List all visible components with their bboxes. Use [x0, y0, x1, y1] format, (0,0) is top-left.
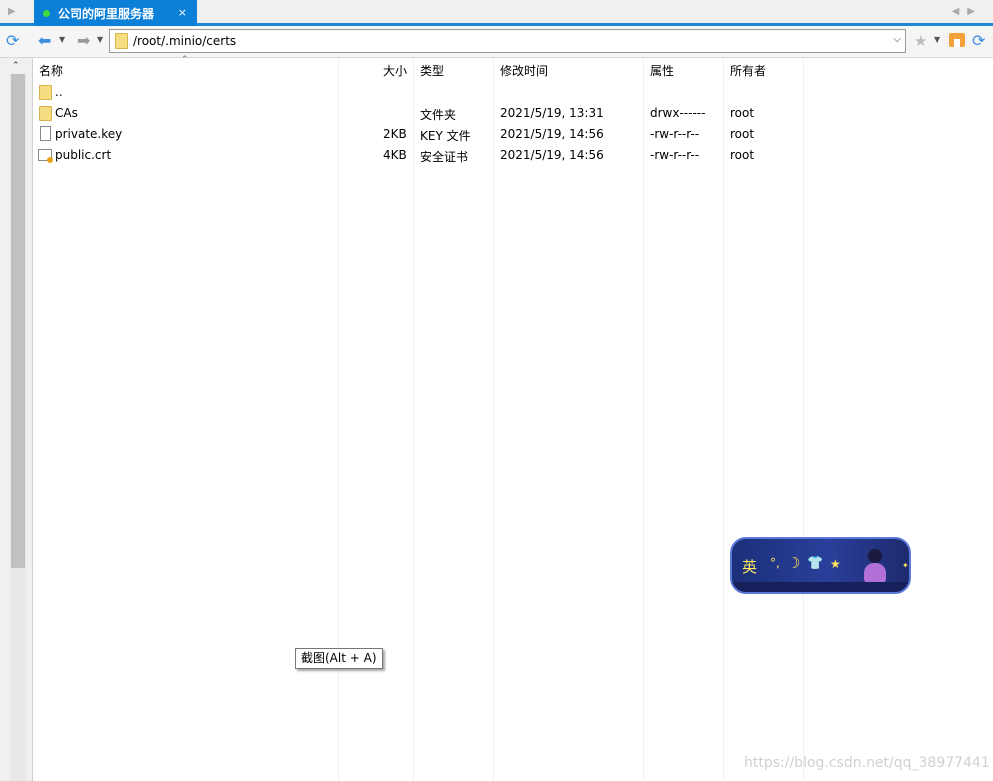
screenshot-tooltip: 截图(Alt + A) — [295, 648, 383, 669]
folder-icon — [115, 33, 128, 49]
file-type: 文件夹 — [420, 108, 457, 122]
tab-label: 公司的阿里服务器 — [58, 7, 155, 21]
file-modified: 2021/5/19, 14:56 — [500, 148, 604, 162]
tab-scroll-left-icon[interactable]: ▶ — [8, 6, 16, 17]
tab-server[interactable]: 公司的阿里服务器 × — [34, 0, 197, 26]
file-owner: root — [730, 106, 755, 120]
forward-history-dropdown-icon[interactable]: ▼ — [97, 35, 103, 44]
file-attributes: drwx------ — [650, 106, 706, 120]
folder-icon — [39, 106, 52, 121]
file-attributes: -rw-r--r-- — [650, 148, 700, 162]
file-type: KEY 文件 — [420, 129, 471, 143]
column-header-size[interactable]: 大小 — [383, 62, 407, 79]
list-item-public-crt[interactable]: public.crt 4KB 安全证书 2021/5/19, 14:56 -rw… — [33, 145, 993, 166]
refresh-icon[interactable]: ⟳ — [6, 32, 24, 50]
toolbar: ⟳ ⬅ ▼ ➡ ▼ /root/.minio/certs ⌵ ★ ▼ ⟳ — [0, 26, 993, 58]
column-header-attributes[interactable]: 属性 — [650, 62, 674, 79]
star-icon[interactable]: ★ — [830, 557, 841, 571]
tab-scroll-arrows-icon[interactable]: ◀▶ — [952, 6, 983, 17]
watermark: https://blog.csdn.net/qq_38977441 — [744, 755, 990, 771]
moon-icon[interactable]: ☽ — [787, 554, 800, 572]
column-divider[interactable] — [338, 58, 339, 781]
column-divider[interactable] — [803, 58, 804, 781]
column-divider[interactable] — [643, 58, 644, 781]
bookmark-dropdown-icon[interactable]: ▼ — [934, 35, 940, 44]
girl-illustration-icon — [860, 547, 890, 585]
close-tab-icon[interactable]: × — [178, 6, 187, 19]
path-input[interactable]: /root/.minio/certs ⌵ — [109, 29, 906, 53]
refresh-icon[interactable]: ⟳ — [972, 32, 985, 50]
file-owner: root — [730, 148, 755, 162]
file-icon — [40, 126, 51, 141]
folder-icon — [39, 85, 52, 100]
file-name: CAs — [55, 106, 78, 120]
ime-toolbar[interactable]: 英 °, ☽ 👕 ★ ✦ — [730, 537, 911, 594]
sparkle-icon: ✦ — [902, 561, 909, 570]
file-owner: root — [730, 127, 755, 141]
column-header-name[interactable]: 名称 — [39, 62, 63, 79]
scroll-up-icon[interactable]: ⌃ — [12, 61, 20, 71]
grass-decoration — [732, 582, 909, 592]
column-divider[interactable] — [723, 58, 724, 781]
star-icon[interactable]: ★ — [914, 32, 927, 50]
tab-bar: ▶ 公司的阿里服务器 × ◀▶ — [0, 0, 993, 26]
column-header-type[interactable]: 类型 — [420, 62, 444, 79]
sort-ascending-icon: ⌃ — [181, 55, 189, 65]
column-header-modified[interactable]: 修改时间 — [500, 62, 548, 79]
file-modified: 2021/5/19, 13:31 — [500, 106, 604, 120]
file-name: public.crt — [55, 148, 112, 162]
file-modified: 2021/5/19, 14:56 — [500, 127, 604, 141]
ime-language-toggle[interactable]: 英 — [742, 556, 757, 577]
connection-status-icon — [43, 10, 50, 17]
list-item-cas[interactable]: CAs 文件夹 2021/5/19, 13:31 drwx------ root — [33, 103, 993, 124]
file-type: 安全证书 — [420, 150, 469, 164]
file-attributes: -rw-r--r-- — [650, 127, 700, 141]
column-header-owner[interactable]: 所有者 — [730, 62, 766, 79]
punctuation-icon[interactable]: °, — [770, 556, 780, 570]
column-divider[interactable] — [413, 58, 414, 781]
scrollbar-thumb[interactable] — [11, 74, 25, 568]
list-item-parent[interactable]: .. — [33, 82, 993, 103]
file-name: .. — [55, 85, 63, 99]
home-icon[interactable] — [949, 33, 965, 47]
file-list: ⌃ 名称 大小 类型 修改时间 属性 所有者 .. CAs 文件夹 2021/5… — [33, 55, 993, 781]
path-text: /root/.minio/certs — [133, 34, 237, 48]
path-dropdown-icon[interactable]: ⌵ — [893, 34, 901, 45]
column-divider[interactable] — [493, 58, 494, 781]
list-item-private-key[interactable]: private.key 2KB KEY 文件 2021/5/19, 14:56 … — [33, 124, 993, 145]
skin-icon[interactable]: 👕 — [807, 556, 823, 571]
back-history-dropdown-icon[interactable]: ▼ — [59, 35, 65, 44]
left-pane: ⌃ — [0, 58, 33, 781]
back-arrow-icon[interactable]: ⬅ — [38, 32, 51, 50]
file-size: 2KB — [383, 127, 407, 141]
certificate-icon — [38, 149, 53, 163]
forward-arrow-icon[interactable]: ➡ — [77, 32, 90, 50]
file-name: private.key — [55, 127, 123, 141]
file-size: 4KB — [383, 148, 407, 162]
